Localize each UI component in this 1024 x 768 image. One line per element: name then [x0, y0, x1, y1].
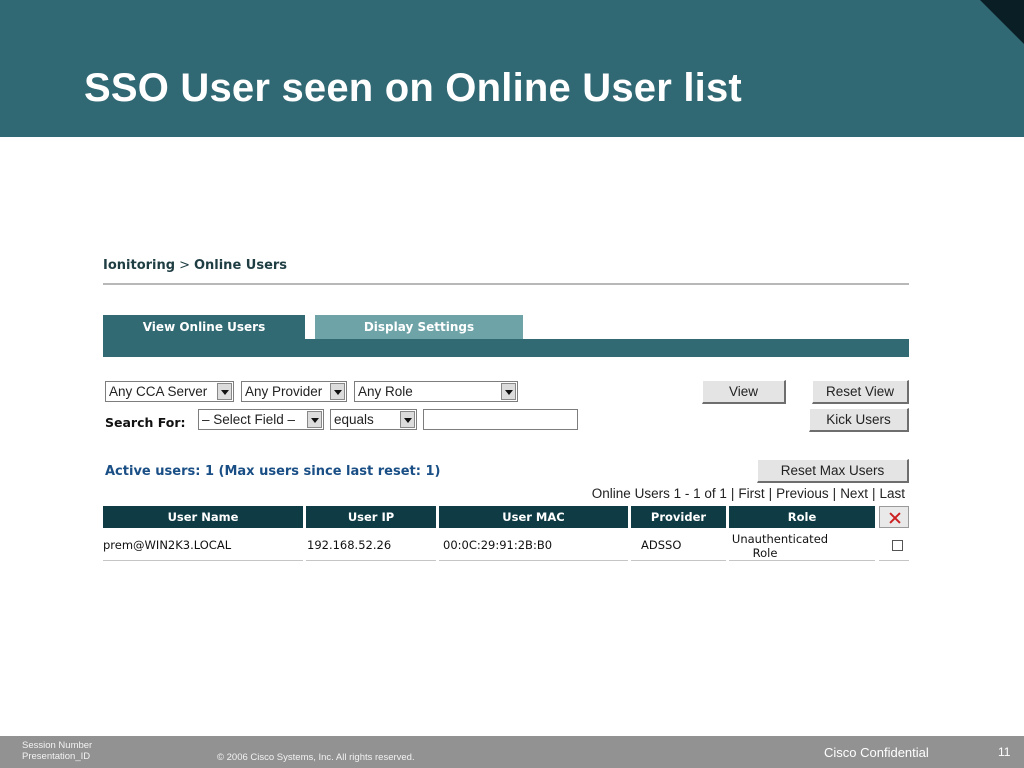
cell-role: Unauthenticated Role — [730, 532, 830, 560]
chevron-down-icon — [307, 411, 322, 428]
role-select[interactable]: Any Role — [354, 381, 518, 402]
row-divider — [631, 560, 726, 561]
tab-display-settings[interactable]: Display Settings — [315, 315, 523, 339]
provider-select-value: Any Provider — [245, 384, 323, 399]
column-header-role[interactable]: Role — [729, 506, 875, 528]
field-select[interactable]: – Select Field – — [198, 409, 324, 430]
breadcrumb-divider — [103, 283, 909, 285]
pager-summary: Online Users 1 - 1 of 1 — [591, 486, 727, 501]
operator-select[interactable]: equals — [330, 409, 417, 430]
pager-divider: | — [832, 486, 837, 501]
pager-first-link[interactable]: First — [738, 486, 764, 501]
footer-confidential: Cisco Confidential — [824, 745, 929, 760]
pager-previous-link[interactable]: Previous — [776, 486, 829, 501]
slide-footer: Session Number Presentation_ID © 2006 Ci… — [0, 736, 1024, 768]
search-input[interactable] — [423, 409, 578, 430]
column-header-user-name[interactable]: User Name — [103, 506, 303, 528]
chevron-down-icon — [217, 383, 232, 400]
field-select-value: – Select Field – — [202, 412, 296, 427]
corner-accent — [980, 0, 1024, 44]
cell-user-mac: 00:0C:29:91:2B:B0 — [443, 538, 553, 552]
reset-view-button[interactable]: Reset View — [812, 380, 909, 404]
online-users-screenshot: Ionitoring > Online Users View Online User… — [103, 250, 909, 570]
pager-last-link[interactable]: Last — [879, 486, 905, 501]
kick-users-button[interactable]: Kick Users — [809, 408, 909, 432]
role-select-value: Any Role — [358, 384, 413, 399]
server-select[interactable]: Any CCA Server — [105, 381, 234, 402]
search-for-label: Search For: — [105, 415, 186, 430]
tab-view-online-users[interactable]: View Online Users — [103, 315, 305, 339]
breadcrumb-section[interactable]: Ionitoring — [103, 258, 175, 273]
row-select-checkbox[interactable] — [892, 540, 903, 551]
close-x-icon[interactable] — [879, 506, 909, 528]
pager-next-link[interactable]: Next — [840, 486, 868, 501]
row-divider — [103, 560, 303, 561]
pager-divider: | — [768, 486, 773, 501]
column-header-provider[interactable]: Provider — [631, 506, 726, 528]
chevron-down-icon — [501, 383, 516, 400]
breadcrumb-separator: > — [179, 258, 190, 273]
chevron-down-icon — [330, 383, 345, 400]
row-divider — [879, 560, 909, 561]
breadcrumb-page: Online Users — [193, 258, 288, 273]
cell-role-line2: Role — [752, 546, 778, 560]
row-divider — [439, 560, 628, 561]
row-divider — [729, 560, 875, 561]
server-select-value: Any CCA Server — [109, 384, 208, 399]
active-users-status: Active users: 1 (Max users since last re… — [105, 464, 441, 479]
cell-provider: ADSSO — [641, 538, 682, 552]
pager-divider: | — [871, 486, 876, 501]
pager-divider: | — [730, 486, 735, 501]
chevron-down-icon — [400, 411, 415, 428]
footer-session: Session Number Presentation_ID — [22, 740, 92, 762]
breadcrumb: Ionitoring > Online Users — [103, 258, 287, 273]
footer-page-number: 11 — [998, 745, 1011, 759]
cell-role-line1: Unauthenticated — [731, 532, 829, 546]
operator-select-value: equals — [334, 412, 374, 427]
cell-user-name: prem@WIN2K3.LOCAL — [103, 538, 232, 552]
column-header-user-mac[interactable]: User MAC — [439, 506, 628, 528]
tab-bar — [103, 339, 909, 357]
provider-select[interactable]: Any Provider — [241, 381, 347, 402]
cell-user-ip: 192.168.52.26 — [307, 538, 392, 552]
reset-max-users-button[interactable]: Reset Max Users — [757, 459, 909, 483]
pager: Online Users 1 - 1 of 1 | First | Previous | N… — [592, 486, 905, 501]
column-header-user-ip[interactable]: User IP — [306, 506, 436, 528]
slide-title: SSO User seen on Online User list — [84, 66, 742, 110]
view-button[interactable]: View — [702, 380, 786, 404]
footer-copyright: © 2006 Cisco Systems, Inc. All rights re… — [217, 752, 415, 763]
footer-session-number: Session Number — [22, 740, 93, 751]
row-divider — [306, 560, 436, 561]
slide-header: SSO User seen on Online User list — [0, 0, 1024, 137]
footer-presentation-id: Presentation_ID — [22, 751, 91, 762]
